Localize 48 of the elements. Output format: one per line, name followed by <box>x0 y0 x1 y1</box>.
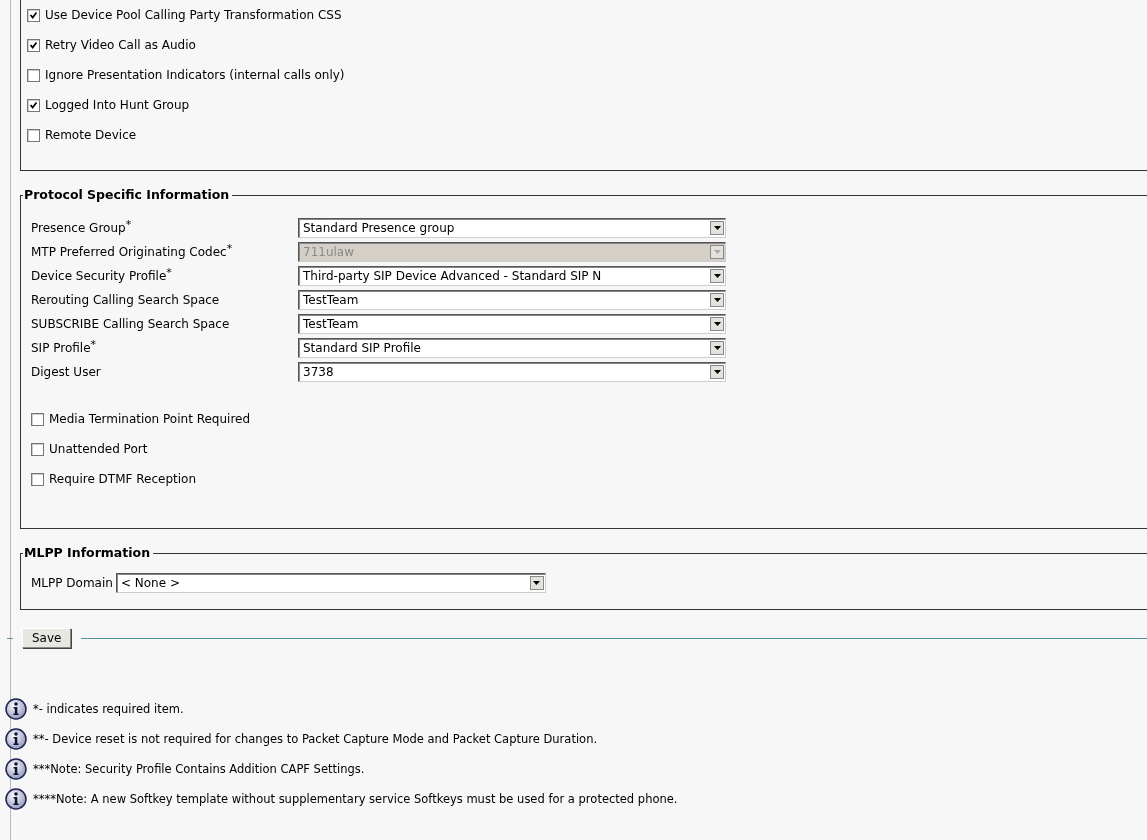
info-icon <box>5 698 27 720</box>
caret-icon <box>713 274 721 278</box>
caret-icon <box>713 322 721 326</box>
note-text: **- Device reset is not required for changes to Packet Capture Mode and Packet Capture Duration. <box>33 732 598 746</box>
checkbox-label: Retry Video Call as Audio <box>45 38 196 52</box>
checkbox[interactable] <box>27 98 40 112</box>
checkbox[interactable] <box>27 68 40 82</box>
caret-icon <box>533 581 541 585</box>
field-label: Digest User <box>31 365 102 379</box>
checkbox-label: Require DTMF Reception <box>49 472 196 486</box>
dropdown-field[interactable]: TestTeam <box>298 314 726 334</box>
checkbox[interactable] <box>27 128 40 142</box>
checkbox[interactable] <box>27 8 40 22</box>
info-icon <box>5 788 27 810</box>
field-label: Rerouting Calling Search Space <box>31 293 221 307</box>
checkbox[interactable] <box>31 442 44 456</box>
checkbox-label: Unattended Port <box>49 442 148 456</box>
section-legend: Protocol Specific Information <box>23 187 233 203</box>
caret-icon <box>713 346 721 350</box>
dropdown-field[interactable]: < None > <box>115 573 546 593</box>
save-button[interactable]: Save <box>22 628 72 648</box>
caret-icon <box>713 298 721 302</box>
checkbox-label: Logged Into Hunt Group <box>45 98 190 112</box>
dropdown-field[interactable]: 3738 <box>298 362 726 382</box>
checkbox[interactable] <box>31 412 44 426</box>
note-text: ***Note: Security Profile Contains Addition CAPF Settings. <box>33 762 365 776</box>
dropdown-field[interactable]: Standard SIP Profile <box>298 338 726 358</box>
checkbox-label: Media Termination Point Required <box>49 412 251 426</box>
note-text: *- indicates required item. <box>33 702 184 716</box>
caret-icon <box>713 250 721 254</box>
checkbox-label: Ignore Presentation Indicators (internal calls only) <box>45 68 345 82</box>
info-icon <box>5 728 27 750</box>
dropdown-field[interactable]: Third-party SIP Device Advanced - Standard SIP N <box>298 266 726 286</box>
caret-icon <box>713 370 721 374</box>
checkbox[interactable] <box>31 472 44 486</box>
field-label: MLPP Domain <box>31 576 113 590</box>
note-text: ****Note: A new Softkey template without supplementary service Softkeys must be used for a protected phone. <box>33 792 678 806</box>
dropdown-field[interactable]: Standard Presence group <box>298 218 726 238</box>
check-icon <box>28 39 39 51</box>
field-label: SUBSCRIBE Calling Search Space <box>31 317 231 331</box>
checkbox-label: Use Device Pool Calling Party Transformation CSS <box>45 8 342 22</box>
caret-icon <box>713 226 721 230</box>
checkbox[interactable] <box>27 38 40 52</box>
check-icon <box>28 9 39 21</box>
info-icon <box>5 758 27 780</box>
checkbox-label: Remote Device <box>45 128 137 142</box>
dropdown-field[interactable]: TestTeam <box>298 290 726 310</box>
check-icon <box>28 99 39 111</box>
